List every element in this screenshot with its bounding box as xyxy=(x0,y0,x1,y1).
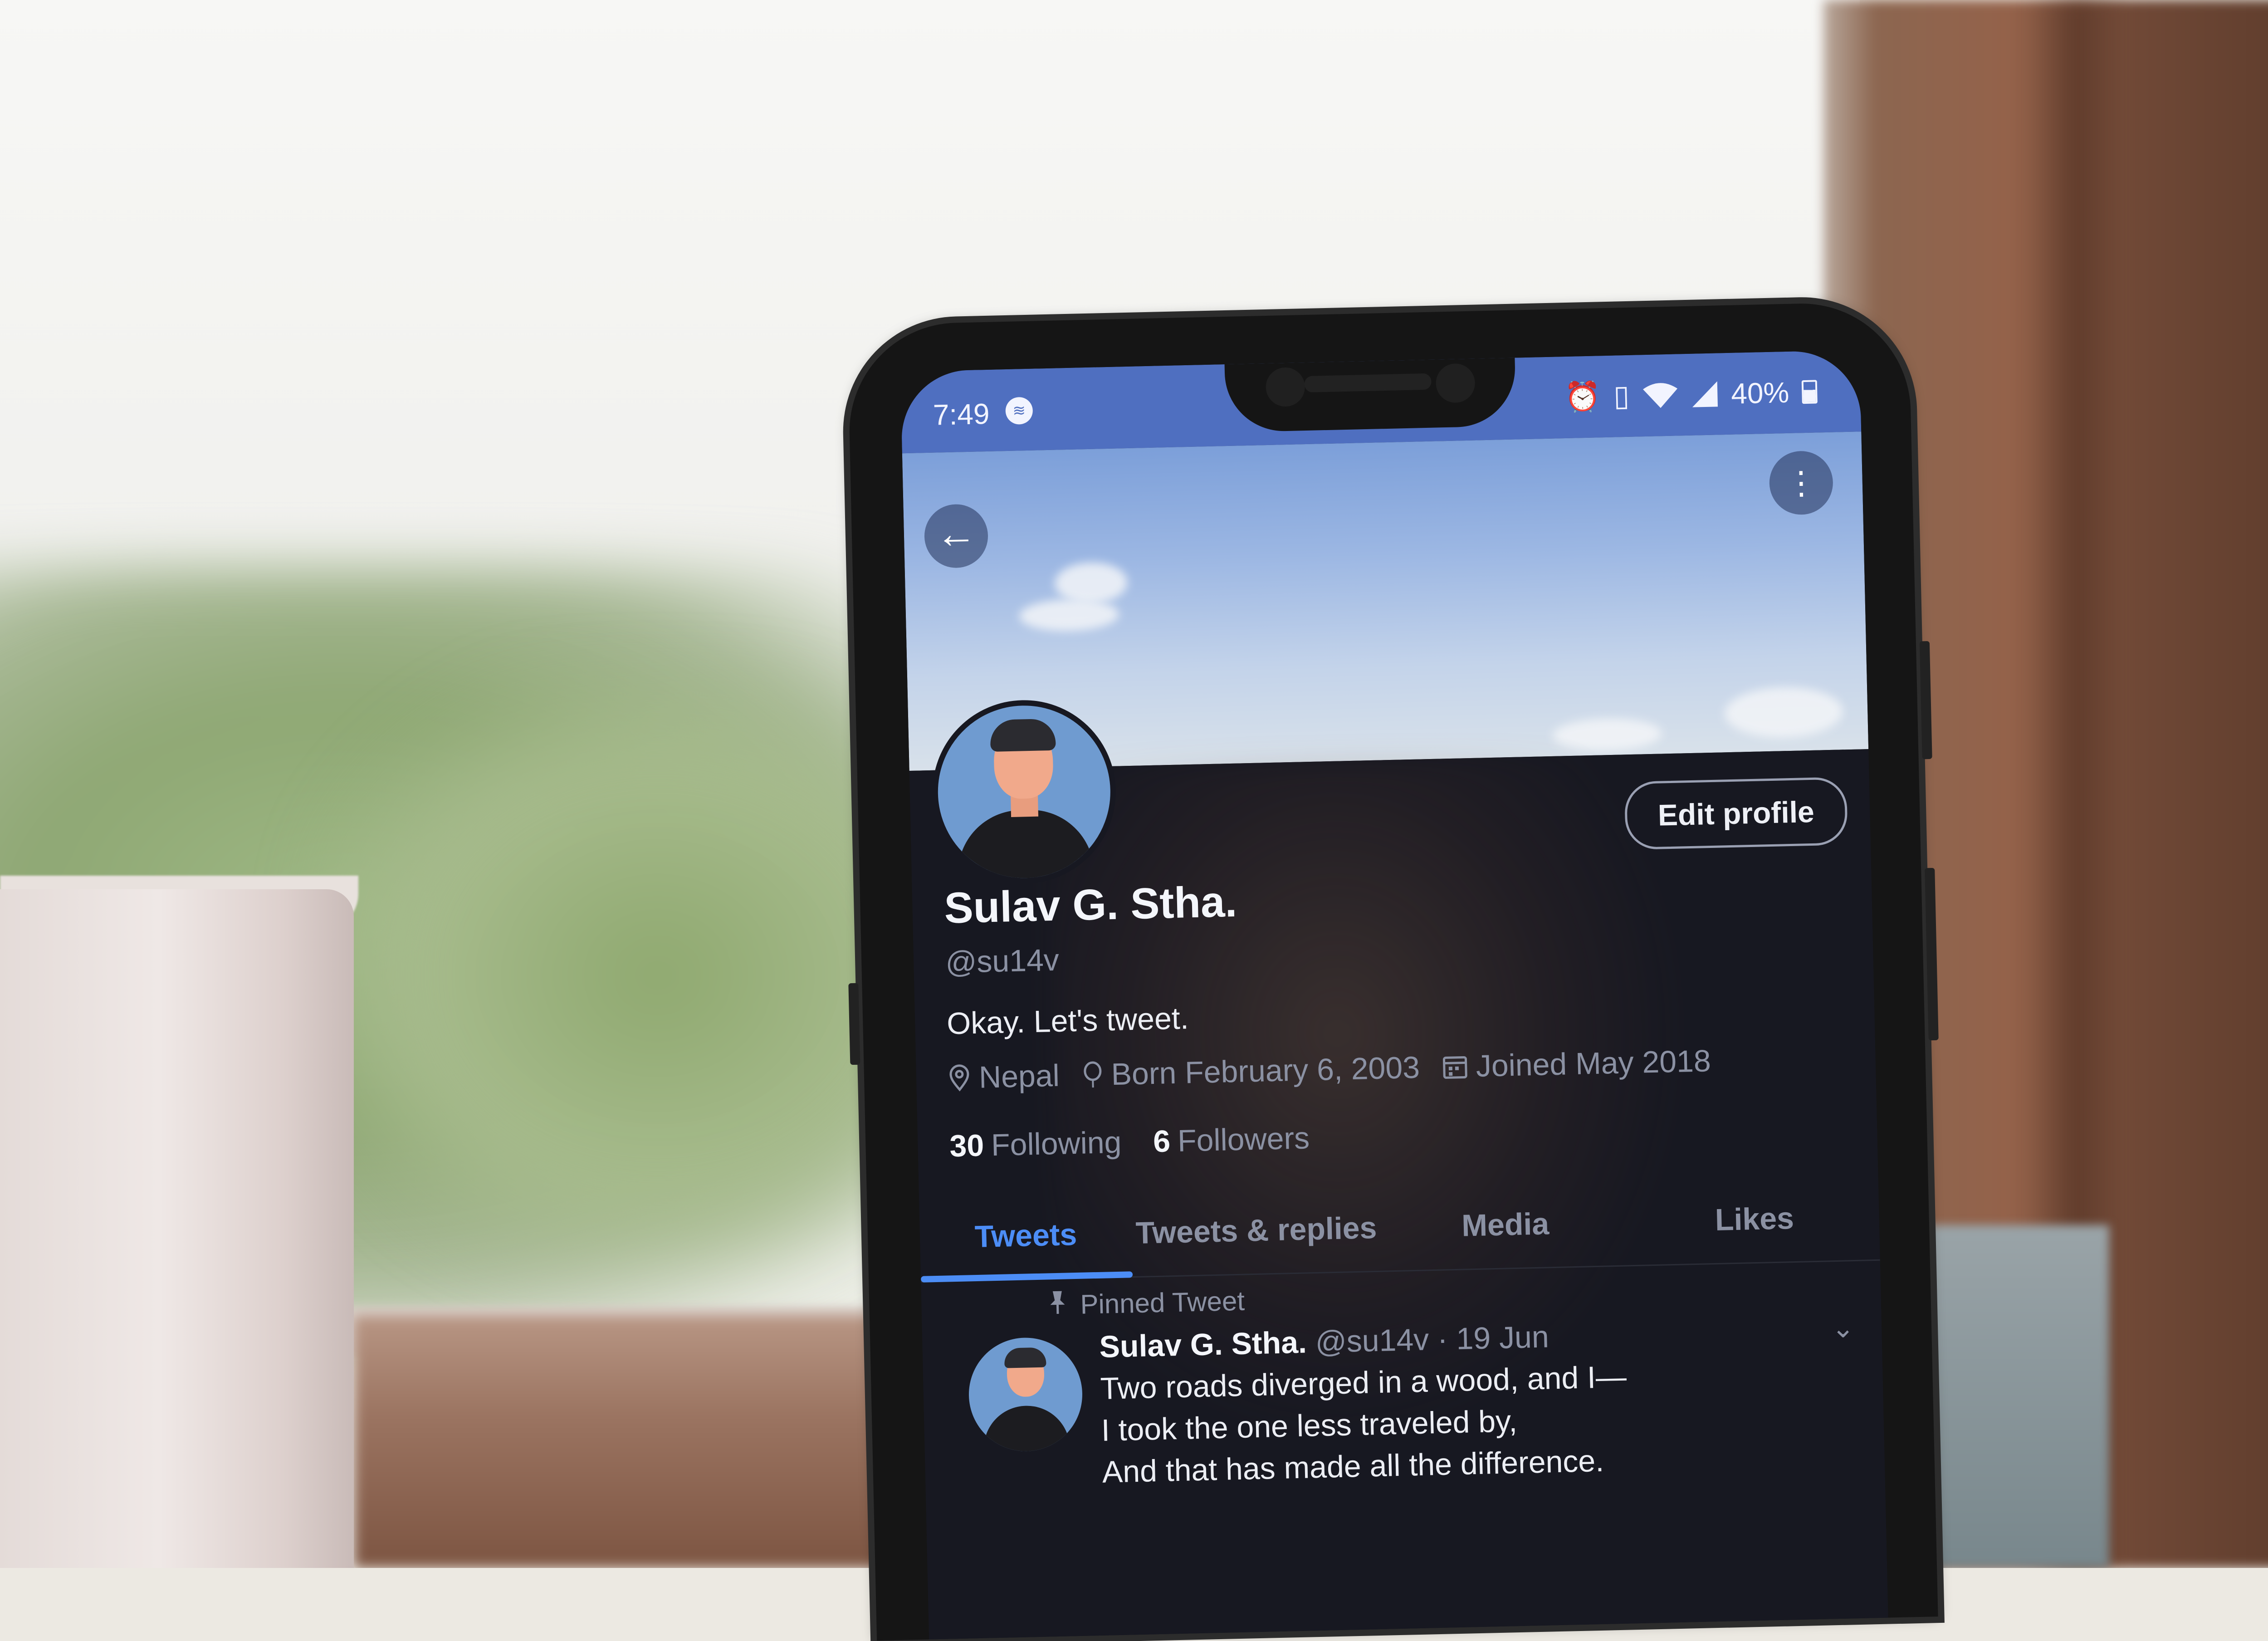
tweet-author: Sulav G. Stha. xyxy=(1099,1325,1307,1364)
followers-count: 6 xyxy=(1153,1124,1171,1159)
wifi-icon xyxy=(1642,381,1679,409)
followers-label: Followers xyxy=(1177,1121,1310,1158)
battery-percent: 40% xyxy=(1730,376,1790,410)
alarm-icon: ⏰ xyxy=(1564,380,1601,414)
profile-content: Edit profile Sulav G. Stha. @su14v Okay.… xyxy=(909,698,1888,1640)
status-time: 7:49 xyxy=(933,397,990,431)
earpiece xyxy=(1304,373,1432,393)
map-pin-icon xyxy=(948,1064,971,1092)
vibrate-icon: ▯ xyxy=(1613,379,1630,412)
tab-tweets-replies[interactable]: Tweets & replies xyxy=(1131,1189,1382,1276)
tab-likes[interactable]: Likes xyxy=(1629,1178,1880,1265)
more-options-button[interactable]: ⋮ xyxy=(1769,450,1834,515)
profile-handle: @su14v xyxy=(945,942,1060,980)
following-link[interactable]: 30 Following xyxy=(949,1125,1122,1164)
status-icons: ⏰ ▯ 40% xyxy=(1564,374,1818,414)
tab-media[interactable]: Media xyxy=(1380,1183,1631,1270)
cloud xyxy=(1724,686,1843,739)
cloud xyxy=(1019,598,1119,632)
arrow-left-icon: ← xyxy=(935,510,978,557)
joined-item: Joined May 2018 xyxy=(1442,1043,1711,1084)
location-item: Nepal xyxy=(948,1058,1060,1096)
balloon-icon xyxy=(1082,1061,1103,1089)
edit-profile-button[interactable]: Edit profile xyxy=(1624,777,1848,850)
location-text: Nepal xyxy=(978,1058,1060,1095)
phone-screen: 7:49 ≋ ⏰ ▯ 40% ← ⋮ Edit profile Sulav G.… xyxy=(900,350,1888,1640)
spotify-icon: ≋ xyxy=(1005,397,1033,425)
pinned-label: Pinned Tweet xyxy=(1080,1285,1245,1320)
avatar-hair xyxy=(990,718,1056,752)
avatar-body xyxy=(956,808,1095,886)
pushpin-icon xyxy=(1048,1289,1067,1321)
avatar-hair xyxy=(1004,1347,1046,1368)
background-box xyxy=(1919,1225,2109,1568)
joined-text: Joined May 2018 xyxy=(1476,1043,1711,1083)
cup xyxy=(0,889,354,1568)
more-vertical-icon: ⋮ xyxy=(1784,465,1818,501)
tweet-body: Two roads diverged in a wood, and I— I t… xyxy=(1100,1356,1629,1493)
phone: 7:49 ≋ ⏰ ▯ 40% ← ⋮ Edit profile Sulav G.… xyxy=(847,301,1939,1641)
profile-name: Sulav G. Stha. xyxy=(943,877,1238,933)
signal-icon xyxy=(1691,380,1719,408)
phone-side-button xyxy=(848,983,860,1065)
cloud xyxy=(1552,717,1662,752)
birthday-text: Born February 6, 2003 xyxy=(1110,1050,1420,1092)
pinned-label-row: Pinned Tweet xyxy=(1048,1285,1245,1321)
following-count: 30 xyxy=(949,1128,984,1164)
chevron-down-icon[interactable]: ⌄ xyxy=(1831,1312,1855,1344)
followers-link[interactable]: 6 Followers xyxy=(1153,1120,1310,1159)
tweet-meta: @su14v · 19 Jun xyxy=(1315,1319,1549,1360)
avatar-body xyxy=(982,1405,1070,1453)
back-button[interactable]: ← xyxy=(924,504,989,569)
profile-bio: Okay. Let's tweet. xyxy=(946,1001,1189,1041)
cloud xyxy=(1054,562,1128,604)
tab-tweets[interactable]: Tweets xyxy=(919,1195,1133,1281)
calendar-icon xyxy=(1442,1053,1468,1079)
battery-icon xyxy=(1801,379,1818,404)
following-label: Following xyxy=(991,1125,1122,1163)
